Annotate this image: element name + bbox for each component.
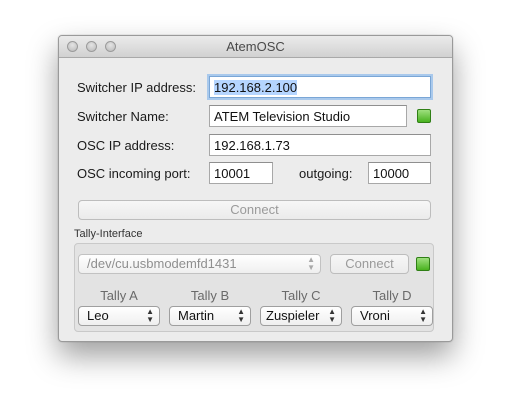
- tally-d-select[interactable]: Vroni ▲ ▼: [351, 306, 433, 326]
- osc-incoming-port-field[interactable]: 10001: [209, 162, 273, 184]
- switcher-connect-button[interactable]: Connect: [78, 200, 431, 220]
- switcher-name-field[interactable]: ATEM Television Studio: [209, 105, 407, 127]
- switcher-ip-value: 192.168.2.100: [214, 80, 298, 95]
- tally-c-header: Tally C: [281, 288, 321, 303]
- chevron-updown-icon: ▲ ▼: [237, 307, 245, 324]
- tally-d-value: Vroni: [360, 308, 390, 323]
- title-bar[interactable]: AtemOSC: [59, 36, 452, 58]
- osc-ip-label: OSC IP address:: [77, 138, 175, 153]
- switcher-status-indicator: [417, 109, 431, 123]
- tally-b-value: Martin: [178, 308, 215, 323]
- tally-c-select[interactable]: Zuspieler ▲ ▼: [260, 306, 342, 326]
- tally-interface-group: /dev/cu.usbmodemfd1431 ▲ ▼ Connect Tally …: [74, 243, 434, 332]
- tally-status-indicator: [416, 257, 430, 271]
- switcher-ip-field[interactable]: 192.168.2.100: [209, 76, 431, 98]
- tally-d-header: Tally D: [372, 288, 412, 303]
- switcher-name-label: Switcher Name:: [77, 109, 169, 124]
- chevron-updown-icon: ▲ ▼: [419, 307, 427, 324]
- tally-a-header: Tally A: [100, 288, 138, 303]
- osc-incoming-port-label: OSC incoming port:: [77, 166, 191, 181]
- osc-outgoing-port-field[interactable]: 10000: [368, 162, 431, 184]
- tally-interface-label: Tally-Interface: [74, 228, 143, 240]
- tally-c-value: Zuspieler: [266, 308, 320, 323]
- chevron-updown-icon: ▲ ▼: [328, 307, 336, 324]
- chevron-updown-icon: ▲ ▼: [146, 307, 154, 324]
- osc-ip-field[interactable]: 192.168.1.73: [209, 134, 431, 156]
- tally-connect-button[interactable]: Connect: [330, 254, 409, 274]
- tally-device-value: /dev/cu.usbmodemfd1431: [87, 256, 237, 271]
- tally-a-select[interactable]: Leo ▲ ▼: [78, 306, 160, 326]
- atemosc-window: AtemOSC Switcher IP address: 192.168.2.1…: [58, 35, 453, 342]
- osc-outgoing-port-label: outgoing:: [299, 166, 353, 181]
- chevron-updown-icon: ▲ ▼: [307, 255, 315, 272]
- tally-b-header: Tally B: [190, 288, 230, 303]
- tally-device-select[interactable]: /dev/cu.usbmodemfd1431 ▲ ▼: [78, 254, 321, 274]
- window-title: AtemOSC: [226, 39, 285, 54]
- tally-a-value: Leo: [87, 308, 109, 323]
- tally-b-select[interactable]: Martin ▲ ▼: [169, 306, 251, 326]
- switcher-ip-label: Switcher IP address:: [77, 80, 196, 95]
